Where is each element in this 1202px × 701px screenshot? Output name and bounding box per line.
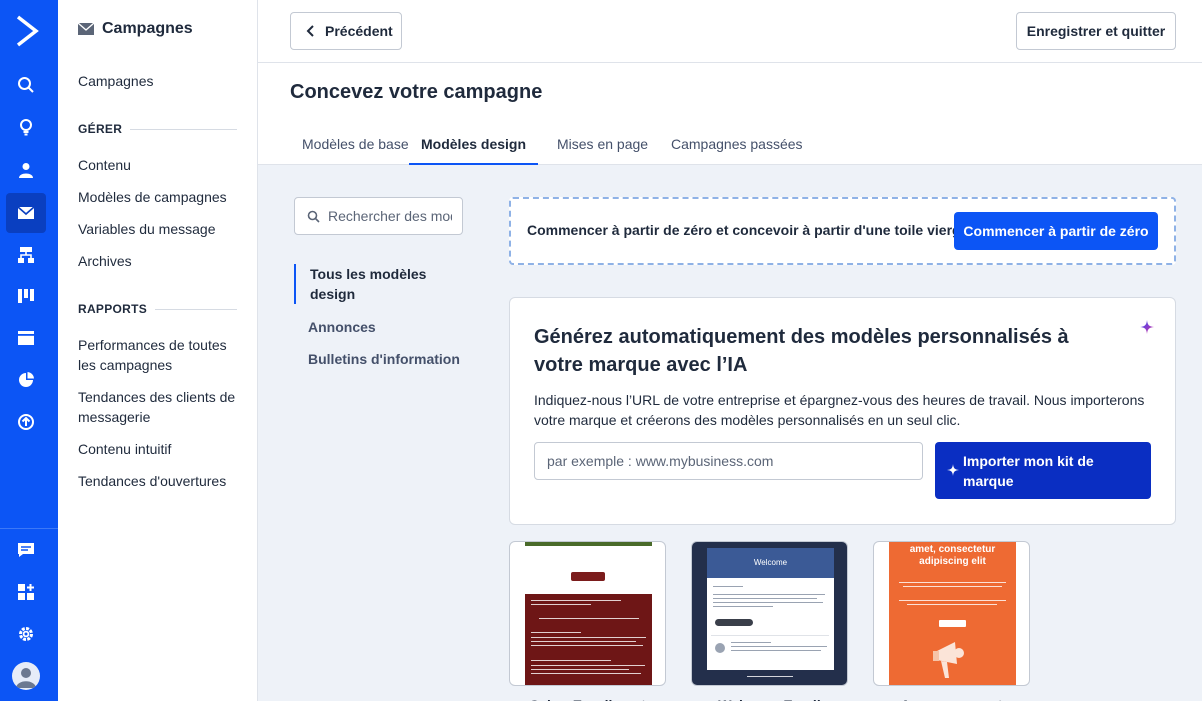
automations-icon[interactable] [6, 235, 46, 275]
search-icon[interactable] [6, 65, 46, 105]
tab-layouts[interactable]: Mises en page [557, 136, 648, 165]
import-brand-kit-button[interactable]: Importer mon kit de marque [935, 442, 1151, 499]
lightbulb-icon[interactable] [6, 107, 46, 147]
upgrade-icon[interactable] [6, 402, 46, 442]
template-label: Announcement [873, 693, 1030, 701]
subnav-link-all-campaign-performance[interactable]: Performances de toutes les campagnes [78, 335, 248, 375]
subnav-link-campaigns[interactable]: Campagnes [78, 71, 248, 91]
template-preview [525, 542, 652, 685]
template-preview: Welcome [707, 542, 834, 685]
template-preview: amet, consectetur adipiscing elit [889, 542, 1016, 685]
template-search-input[interactable] [328, 208, 452, 224]
template-label: Cyber Enrollment [509, 693, 666, 701]
sparkle-icon [1140, 320, 1154, 334]
start-from-scratch-box: Commencer à partir de zéro et concevoir … [509, 197, 1176, 265]
start-from-scratch-text: Commencer à partir de zéro et concevoir … [527, 222, 969, 238]
envelope-icon [78, 22, 94, 35]
rail-divider [0, 528, 58, 529]
search-icon [307, 210, 320, 223]
business-url-input[interactable] [534, 442, 923, 480]
section-heading-reports: RAPPORTS [78, 302, 237, 316]
chevron-left-icon [306, 25, 314, 37]
subnav-link-email-client-trends[interactable]: Tendances des clients de messagerie [78, 387, 248, 427]
start-from-scratch-button[interactable]: Commencer à partir de zéro [954, 212, 1158, 250]
contacts-icon[interactable] [6, 150, 46, 190]
tab-basic-templates[interactable]: Modèles de base [302, 136, 409, 165]
section-heading-manage: GÉRER [78, 122, 237, 136]
import-brand-kit-label: Importer mon kit de marque [963, 453, 1094, 489]
subnav-link-message-variables[interactable]: Variables du message [78, 219, 248, 239]
logo-icon[interactable] [15, 14, 39, 48]
subnav-link-campaign-templates[interactable]: Modèles de campagnes [78, 187, 248, 207]
ai-card-description: Indiquez-nous l’URL de votre entreprise … [534, 392, 1145, 428]
ai-brand-kit-card: Générez automatiquement des modèles pers… [509, 297, 1176, 525]
filter-all-design-templates[interactable]: Tous les modèles design [294, 264, 464, 304]
back-button-label: Précédent [325, 23, 393, 39]
filter-newsletters[interactable]: Bulletins d'information [294, 349, 464, 369]
pipelines-icon[interactable] [6, 276, 46, 316]
campaigns-subnav: Campagnes Campagnes GÉRER Contenu Modèle… [58, 0, 258, 701]
top-bar: Précédent Enregistrer et quitter [258, 0, 1202, 63]
sparkle-icon [947, 464, 959, 476]
user-avatar-icon[interactable] [12, 662, 40, 690]
save-and-exit-button[interactable]: Enregistrer et quitter [1016, 12, 1176, 50]
tab-past-campaigns[interactable]: Campagnes passées [671, 136, 803, 165]
website-icon[interactable] [6, 318, 46, 358]
tab-design-templates[interactable]: Modèles design [409, 136, 539, 165]
conversations-icon[interactable] [6, 530, 46, 570]
subnav-header: Campagnes [78, 20, 193, 38]
preview-header-text: Welcome [707, 548, 834, 578]
preview-header-text: amet, consectetur adipiscing elit [909, 544, 996, 567]
reports-icon[interactable] [6, 360, 46, 400]
template-gallery: Tous les modèles design Annonces Bulleti… [258, 165, 1202, 701]
template-label: Welcome Email [691, 693, 848, 701]
ai-card-heading: Générez automatiquement des modèles pers… [534, 326, 1069, 376]
subnav-link-archives[interactable]: Archives [78, 251, 248, 271]
apps-icon[interactable] [6, 572, 46, 612]
template-card-welcome-email[interactable]: Welcome [691, 541, 848, 686]
settings-icon[interactable] [6, 614, 46, 654]
subnav-link-smart-content[interactable]: Contenu intuitif [78, 439, 248, 459]
mail-icon[interactable] [6, 193, 58, 233]
back-button[interactable]: Précédent [290, 12, 402, 50]
subnav-link-open-trends[interactable]: Tendances d'ouvertures [78, 471, 248, 491]
template-search[interactable] [294, 197, 463, 235]
page-header: Concevez votre campagne Modèles de base … [258, 63, 1202, 165]
filter-announcements[interactable]: Annonces [294, 317, 464, 337]
page-title: Concevez votre campagne [290, 81, 543, 103]
template-card-cyber-enrollment[interactable] [509, 541, 666, 686]
template-card-announcement[interactable]: amet, consectetur adipiscing elit [873, 541, 1030, 686]
subnav-title: Campagnes [102, 20, 193, 37]
icon-rail [0, 0, 58, 701]
subnav-link-content[interactable]: Contenu [78, 155, 248, 175]
